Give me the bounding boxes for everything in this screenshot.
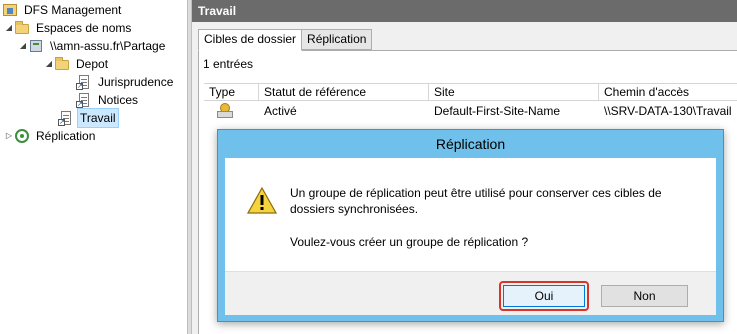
tree-label: Travail — [77, 108, 119, 128]
namespace-server-icon — [28, 38, 44, 54]
dfs-management-icon — [2, 2, 18, 18]
tree-item-namespaces[interactable]: ◢ Espaces de noms — [4, 19, 133, 37]
tree-item-notices[interactable]: ↗ Notices — [76, 91, 140, 109]
cell-status: Activé — [264, 104, 297, 118]
tree-label: Jurisprudence — [98, 75, 174, 89]
folder-link-icon: ↗ — [76, 74, 92, 90]
expanded-arrow-icon[interactable]: ◢ — [18, 37, 28, 55]
folder-target-icon — [217, 103, 233, 118]
entries-count: 1 entrées — [203, 57, 254, 71]
folder-link-icon: ↗ — [76, 92, 92, 108]
replication-dialog: Réplication Un groupe de réplication peu… — [217, 129, 724, 322]
no-button[interactable]: Non — [601, 285, 688, 307]
navigation-tree: DFS Management ◢ Espaces de noms ◢ \\amn… — [0, 0, 187, 334]
replication-icon — [14, 128, 30, 144]
tree-label: Réplication — [36, 129, 96, 143]
column-header-path[interactable]: Chemin d'accès — [599, 84, 737, 101]
tab-strip: Cibles de dossier Réplication — [198, 29, 373, 51]
dialog-message: Un groupe de réplication peut être utili… — [290, 186, 662, 216]
warning-icon — [246, 186, 278, 214]
tree-item-travail[interactable]: ↗ Travail — [58, 108, 119, 128]
expanded-arrow-icon[interactable]: ◢ — [44, 55, 54, 73]
cell-type — [204, 101, 259, 121]
dialog-body: Un groupe de réplication peut être utili… — [225, 158, 716, 315]
namespaces-folder-icon — [14, 20, 30, 36]
tree-item-namespace-partage[interactable]: ◢ \\amn-assu.fr\Partage — [18, 37, 167, 55]
dialog-button-bar: Oui Non — [225, 271, 716, 315]
table-row[interactable]: Activé Default-First-Site-Name \\SRV-DAT… — [204, 101, 737, 121]
column-header-type[interactable]: Type — [204, 84, 259, 101]
dialog-title[interactable]: Réplication — [218, 130, 723, 158]
yes-button[interactable]: Oui — [503, 285, 585, 307]
collapsed-arrow-icon[interactable]: ▷ — [4, 127, 14, 145]
folder-link-icon: ↗ — [58, 110, 74, 126]
dialog-question: Voulez-vous créer un groupe de réplicati… — [290, 235, 529, 249]
column-header-site[interactable]: Site — [429, 84, 599, 101]
tab-replication[interactable]: Réplication — [301, 29, 373, 50]
tree-label: Notices — [98, 93, 139, 107]
cell-site: Default-First-Site-Name — [434, 104, 561, 118]
tab-folder-targets[interactable]: Cibles de dossier — [198, 29, 303, 51]
folder-icon — [54, 56, 70, 72]
tree-item-jurisprudence[interactable]: ↗ Jurisprudence — [76, 73, 175, 91]
table-header: Type Statut de référence Site Chemin d'a… — [204, 83, 737, 101]
tree-label: Espaces de noms — [36, 21, 132, 35]
cell-path: \\SRV-DATA-130\Travail — [604, 104, 732, 118]
tree-item-dfs-management[interactable]: DFS Management — [2, 1, 123, 19]
tree-item-replication[interactable]: ▷ Réplication — [4, 127, 97, 145]
pane-title: Travail — [192, 0, 737, 22]
expanded-arrow-icon[interactable]: ◢ — [4, 19, 14, 37]
tree-label: Depot — [76, 57, 109, 71]
column-header-status[interactable]: Statut de référence — [259, 84, 429, 101]
tree-label: \\amn-assu.fr\Partage — [50, 39, 166, 53]
tree-label: DFS Management — [24, 3, 122, 17]
tree-item-depot[interactable]: ◢ Depot — [44, 55, 110, 73]
